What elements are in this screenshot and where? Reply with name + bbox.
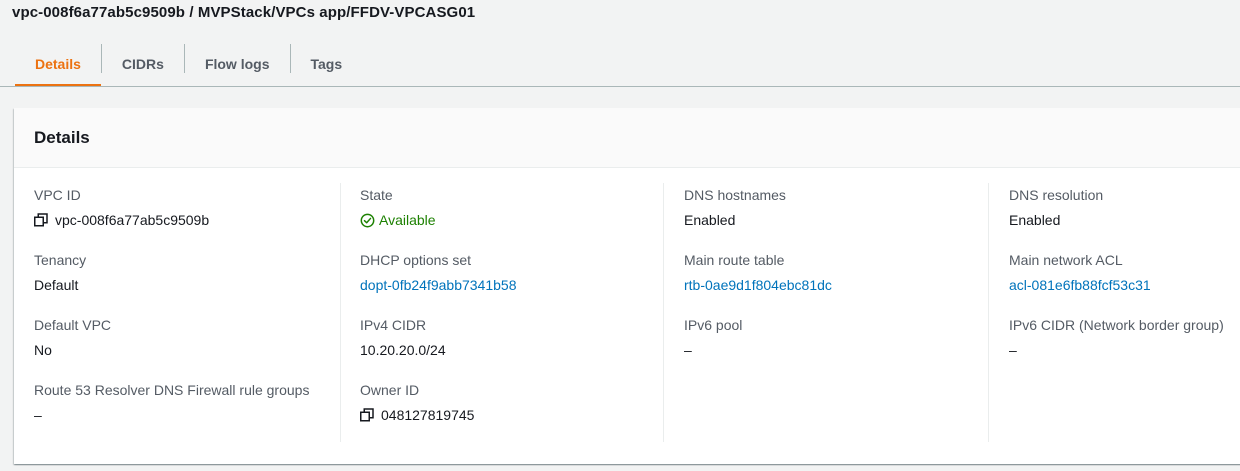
field-value: – <box>1009 342 1017 358</box>
tabs-underline <box>0 86 1240 87</box>
field-value: Available <box>360 210 684 230</box>
field-value: 10.20.20.0/24 <box>360 342 446 358</box>
details-panel: Details VPC ID vpc-008f6a77ab5c9509b Ten… <box>14 108 1240 464</box>
field-label: Main network ACL <box>1009 252 1123 268</box>
vpc-id-value: vpc-008f6a77ab5c9509b <box>55 212 210 228</box>
tab-flow-logs[interactable]: Flow logs <box>185 40 290 87</box>
field-tenancy: Tenancy Default <box>34 248 339 313</box>
field-owner-id: Owner ID 048127819745 <box>360 378 684 443</box>
main-network-acl-link[interactable]: acl-081e6fb88fcf53c31 <box>1009 275 1240 295</box>
field-label: DHCP options set <box>360 252 472 268</box>
field-route53-firewall: Route 53 Resolver DNS Firewall rule grou… <box>34 378 339 443</box>
field-label: IPv4 CIDR <box>360 317 427 333</box>
field-main-network-acl: Main network ACL acl-081e6fb88fcf53c31 <box>1009 248 1240 313</box>
field-label: VPC ID <box>34 187 81 203</box>
field-value: Enabled <box>684 212 736 228</box>
field-label: Route 53 Resolver DNS Firewall rule grou… <box>34 382 310 398</box>
details-column-2: State Available DHCP options set dopt-0f… <box>340 183 684 442</box>
field-label: DNS hostnames <box>684 187 786 203</box>
dhcp-options-link[interactable]: dopt-0fb24f9abb7341b58 <box>360 275 684 295</box>
field-label: State <box>360 187 393 203</box>
field-ipv6-cidr: IPv6 CIDR (Network border group) – <box>1009 313 1240 378</box>
field-label: Owner ID <box>360 382 420 398</box>
field-label: Main route table <box>684 252 785 268</box>
tab-bar: Details CIDRs Flow logs Tags <box>15 40 362 87</box>
field-label: IPv6 CIDR (Network border group) <box>1009 317 1224 333</box>
page-title: vpc-008f6a77ab5c9509b / MVPStack/VPCs ap… <box>12 4 476 21</box>
field-state: State Available <box>360 183 684 248</box>
tab-details[interactable]: Details <box>15 40 101 87</box>
field-dns-resolution: DNS resolution Enabled <box>1009 183 1240 248</box>
field-main-route-table: Main route table rtb-0ae9d1f804ebc81dc <box>684 248 1008 313</box>
field-vpc-id: VPC ID vpc-008f6a77ab5c9509b <box>34 183 339 248</box>
field-value: – <box>34 407 42 423</box>
tab-tags[interactable]: Tags <box>291 40 363 87</box>
field-value: 048127819745 <box>360 405 684 425</box>
main-route-table-link[interactable]: rtb-0ae9d1f804ebc81dc <box>684 275 1008 295</box>
panel-header: Details <box>14 108 1240 168</box>
details-column-1: VPC ID vpc-008f6a77ab5c9509b Tenancy Def… <box>34 183 339 442</box>
check-circle-icon <box>360 213 375 227</box>
field-label: IPv6 pool <box>684 317 743 333</box>
copy-icon[interactable] <box>360 408 374 422</box>
owner-id-value: 048127819745 <box>381 407 475 423</box>
field-value: Default <box>34 277 79 293</box>
field-default-vpc: Default VPC No <box>34 313 339 378</box>
field-value: No <box>34 342 52 358</box>
field-ipv4-cidr: IPv4 CIDR 10.20.20.0/24 <box>360 313 684 378</box>
field-value: Enabled <box>1009 212 1061 228</box>
field-dhcp-options: DHCP options set dopt-0fb24f9abb7341b58 <box>360 248 684 313</box>
copy-icon[interactable] <box>34 213 48 227</box>
field-dns-hostnames: DNS hostnames Enabled <box>684 183 1008 248</box>
details-grid: VPC ID vpc-008f6a77ab5c9509b Tenancy Def… <box>14 168 1240 464</box>
field-label: DNS resolution <box>1009 187 1104 203</box>
field-value: vpc-008f6a77ab5c9509b <box>34 210 339 230</box>
field-value: – <box>684 342 692 358</box>
details-column-3: DNS hostnames Enabled Main route table r… <box>663 183 1008 442</box>
field-label: Default VPC <box>34 317 112 333</box>
field-label: Tenancy <box>34 252 87 268</box>
field-ipv6-pool: IPv6 pool – <box>684 313 1008 378</box>
state-value: Available <box>379 212 436 228</box>
details-column-4: DNS resolution Enabled Main network ACL … <box>988 183 1240 442</box>
tab-cidrs[interactable]: CIDRs <box>102 40 184 87</box>
